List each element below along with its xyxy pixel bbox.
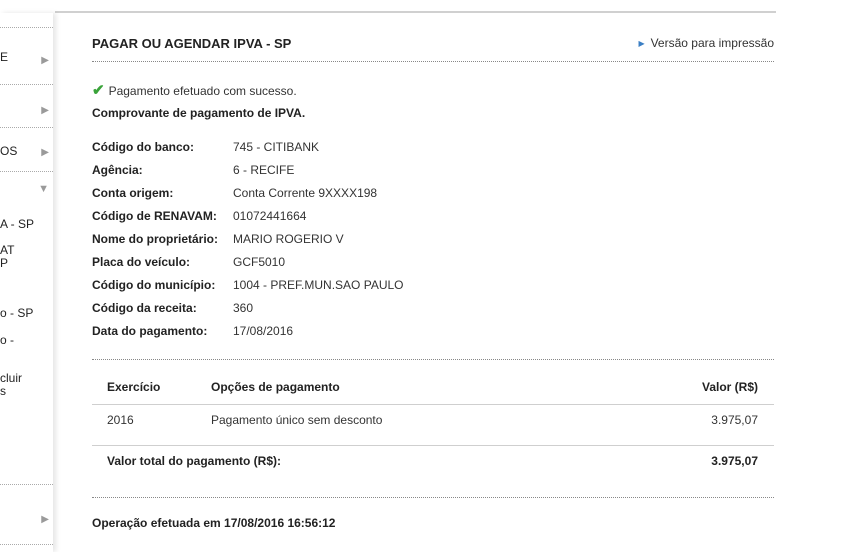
dotted-divider — [92, 359, 774, 360]
receipt-title: Comprovante de pagamento de IPVA. — [92, 106, 306, 120]
sidebar-separator — [0, 27, 53, 28]
table-cell-value: 3.975,07 — [711, 413, 758, 427]
detail-value: 17/08/2016 — [233, 324, 294, 338]
sidebar-item-label: OS — [0, 144, 18, 158]
detail-value: MARIO ROGERIO V — [233, 232, 344, 246]
success-message: ✔ Pagamento efetuado com sucesso. — [92, 81, 297, 99]
page-title: PAGAR OU AGENDAR IPVA - SP — [92, 36, 292, 51]
chevron-right-icon: ▶ — [41, 514, 49, 525]
sidebar-item-4-expanded[interactable]: ▼ — [0, 179, 53, 203]
check-icon: ✔ — [92, 82, 105, 99]
sidebar-separator — [0, 127, 53, 128]
chevron-right-icon: ▶ — [41, 147, 49, 158]
sidebar-subitem-5[interactable]: cluir s — [0, 372, 22, 398]
detail-value: 1004 - PREF.MUN.SAO PAULO — [233, 278, 404, 292]
sidebar-menu: E ▶ ▶ OS ▶ ▼ A - SP AT P o - SP o - clui… — [0, 13, 53, 552]
table-divider — [92, 445, 774, 446]
chevron-right-icon: ▶ — [41, 105, 49, 116]
column-header-option: Opções de pagamento — [211, 380, 340, 394]
dotted-divider — [92, 497, 774, 498]
total-value: 3.975,07 — [711, 454, 758, 468]
detail-label: Código da receita: — [92, 301, 197, 315]
detail-label: Código do banco: — [92, 140, 194, 154]
sidebar-separator — [0, 484, 53, 485]
total-label: Valor total do pagamento (R$): — [107, 454, 282, 468]
sidebar-separator — [0, 544, 53, 545]
sidebar-separator — [0, 84, 53, 85]
column-header-value: Valor (R$) — [701, 380, 758, 394]
detail-label: Nome do proprietário: — [92, 232, 219, 246]
sidebar-subitem-1[interactable]: A - SP — [0, 218, 34, 231]
detail-label: Código de RENAVAM: — [92, 209, 217, 223]
print-version-link[interactable]: ▶ Versão para impressão — [638, 36, 774, 50]
detail-value: GCF5010 — [233, 255, 286, 269]
top-divider — [55, 11, 776, 13]
operation-timestamp: Operação efetuada em 17/08/2016 16:56:12 — [92, 516, 336, 530]
table-cell-year: 2016 — [107, 413, 134, 427]
success-text: Pagamento efetuado com sucesso. — [108, 84, 297, 98]
detail-value: Conta Corrente 9XXXX198 — [233, 186, 378, 200]
table-divider — [92, 404, 774, 405]
detail-value: 6 - RECIFE — [233, 163, 295, 177]
sidebar-item-2[interactable]: ▶ — [0, 93, 53, 123]
sidebar-item-1[interactable]: E ▶ — [0, 43, 53, 73]
table-cell-option: Pagamento único sem desconto — [211, 413, 383, 427]
sidebar-subitem-4[interactable]: o - — [0, 334, 14, 347]
chevron-right-icon: ▶ — [41, 55, 49, 66]
sidebar-separator — [0, 171, 53, 172]
column-header-year: Exercício — [107, 380, 161, 394]
sidebar-subitem-2[interactable]: AT P — [0, 244, 14, 270]
detail-value: 360 — [233, 301, 254, 315]
detail-value: 745 - CITIBANK — [233, 140, 320, 154]
detail-label: Data do pagamento: — [92, 324, 208, 338]
sidebar-item-label: E — [0, 50, 9, 64]
sidebar-subitem-3[interactable]: o - SP — [0, 307, 33, 320]
triangle-right-icon: ▶ — [638, 39, 645, 48]
detail-label: Placa do veículo: — [92, 255, 191, 269]
chevron-down-icon: ▼ — [38, 183, 49, 195]
sidebar-item-5[interactable]: ▶ — [0, 508, 53, 532]
detail-label: Agência: — [92, 163, 143, 177]
print-version-label: Versão para impressão — [650, 36, 774, 50]
dotted-divider — [92, 61, 774, 62]
detail-label: Conta origem: — [92, 186, 174, 200]
sidebar-item-3[interactable]: OS ▶ — [0, 138, 53, 168]
detail-label: Código do município: — [92, 278, 216, 292]
detail-value: 01072441664 — [233, 209, 307, 223]
